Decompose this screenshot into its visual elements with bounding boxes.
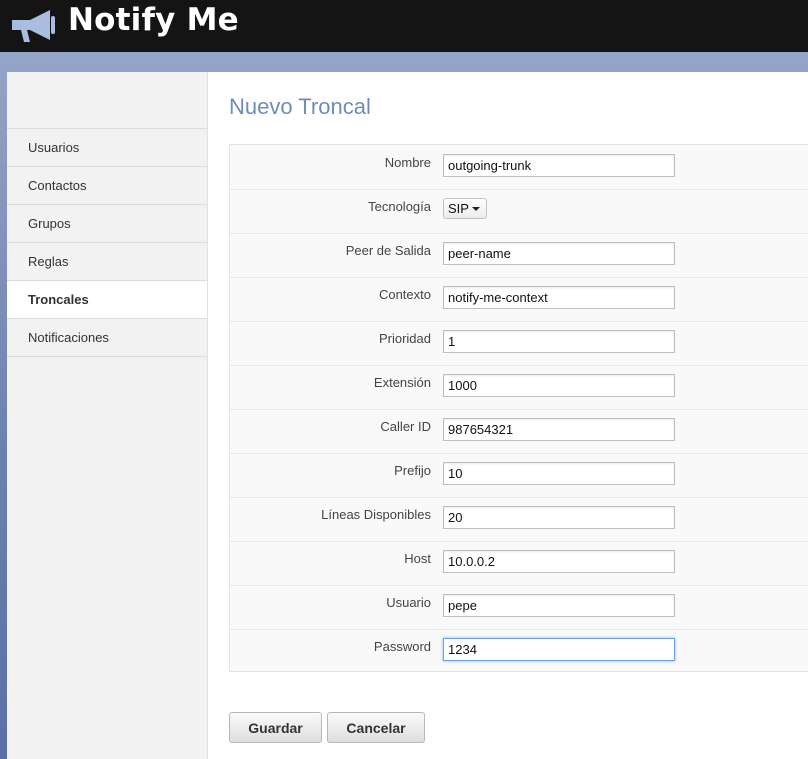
tecnologia-select[interactable]: SIP	[443, 198, 487, 219]
prefijo-label: Prefijo	[394, 463, 431, 478]
chevron-down-icon	[472, 207, 480, 211]
page-title: Nuevo Troncal	[229, 94, 371, 119]
form-row-contexto: Contexto	[230, 277, 808, 322]
form-row-caller-id: Caller ID	[230, 409, 808, 454]
password-input[interactable]	[443, 638, 675, 661]
form-row-prefijo: Prefijo	[230, 453, 808, 498]
sidebar-item-notificaciones[interactable]: Notificaciones	[7, 319, 207, 357]
tecnologia-value: SIP	[448, 201, 469, 216]
app-title[interactable]: Notify Me	[68, 2, 239, 38]
sidebar-item-contactos[interactable]: Contactos	[7, 167, 207, 205]
form-row-usuario: Usuario	[230, 585, 808, 630]
nombre-input[interactable]	[443, 154, 675, 177]
contexto-label: Contexto	[378, 287, 431, 302]
caller-id-input[interactable]	[443, 418, 675, 441]
caller-id-label: Caller ID	[380, 419, 431, 434]
form-row-tecnologia: Tecnología SIP	[230, 189, 808, 234]
extension-label: Extensión	[373, 375, 431, 390]
form-row-password: Password	[230, 629, 808, 673]
trunk-form: Nombre Tecnología SIP Peer de Salida Con…	[229, 144, 808, 672]
sidebar-menu: Usuarios Contactos Grupos Reglas Troncal…	[7, 128, 207, 357]
extension-input[interactable]	[443, 374, 675, 397]
form-row-host: Host	[230, 541, 808, 586]
sidebar-item-reglas[interactable]: Reglas	[7, 243, 207, 281]
password-label: Password	[373, 639, 431, 654]
nombre-label: Nombre	[384, 155, 431, 170]
prefijo-input[interactable]	[443, 462, 675, 485]
peer-label: Peer de Salida	[345, 243, 431, 258]
form-row-peer: Peer de Salida	[230, 233, 808, 278]
contexto-input[interactable]	[443, 286, 675, 309]
prioridad-input[interactable]	[443, 330, 675, 353]
form-row-extension: Extensión	[230, 365, 808, 410]
sidebar-item-troncales[interactable]: Troncales	[7, 281, 207, 319]
tecnologia-label: Tecnología	[368, 199, 431, 214]
sidebar-item-grupos[interactable]: Grupos	[7, 205, 207, 243]
sidebar-item-usuarios[interactable]: Usuarios	[7, 129, 207, 167]
usuario-label: Usuario	[386, 595, 431, 610]
lineas-label: Líneas Disponibles	[321, 507, 431, 522]
sidebar: Usuarios Contactos Grupos Reglas Troncal…	[7, 72, 208, 759]
host-label: Host	[404, 551, 431, 566]
form-row-lineas: Líneas Disponibles	[230, 497, 808, 542]
prioridad-label: Prioridad	[378, 331, 431, 346]
top-bar: Notify Me	[0, 0, 808, 52]
peer-input[interactable]	[443, 242, 675, 265]
page-content: Usuarios Contactos Grupos Reglas Troncal…	[7, 72, 808, 759]
usuario-input[interactable]	[443, 594, 675, 617]
cancel-button[interactable]: Cancelar	[327, 712, 425, 743]
megaphone-icon	[12, 10, 55, 42]
host-input[interactable]	[443, 550, 675, 573]
form-row-prioridad: Prioridad	[230, 321, 808, 366]
lineas-input[interactable]	[443, 506, 675, 529]
save-button[interactable]: Guardar	[229, 712, 322, 743]
form-row-nombre: Nombre	[230, 145, 808, 190]
